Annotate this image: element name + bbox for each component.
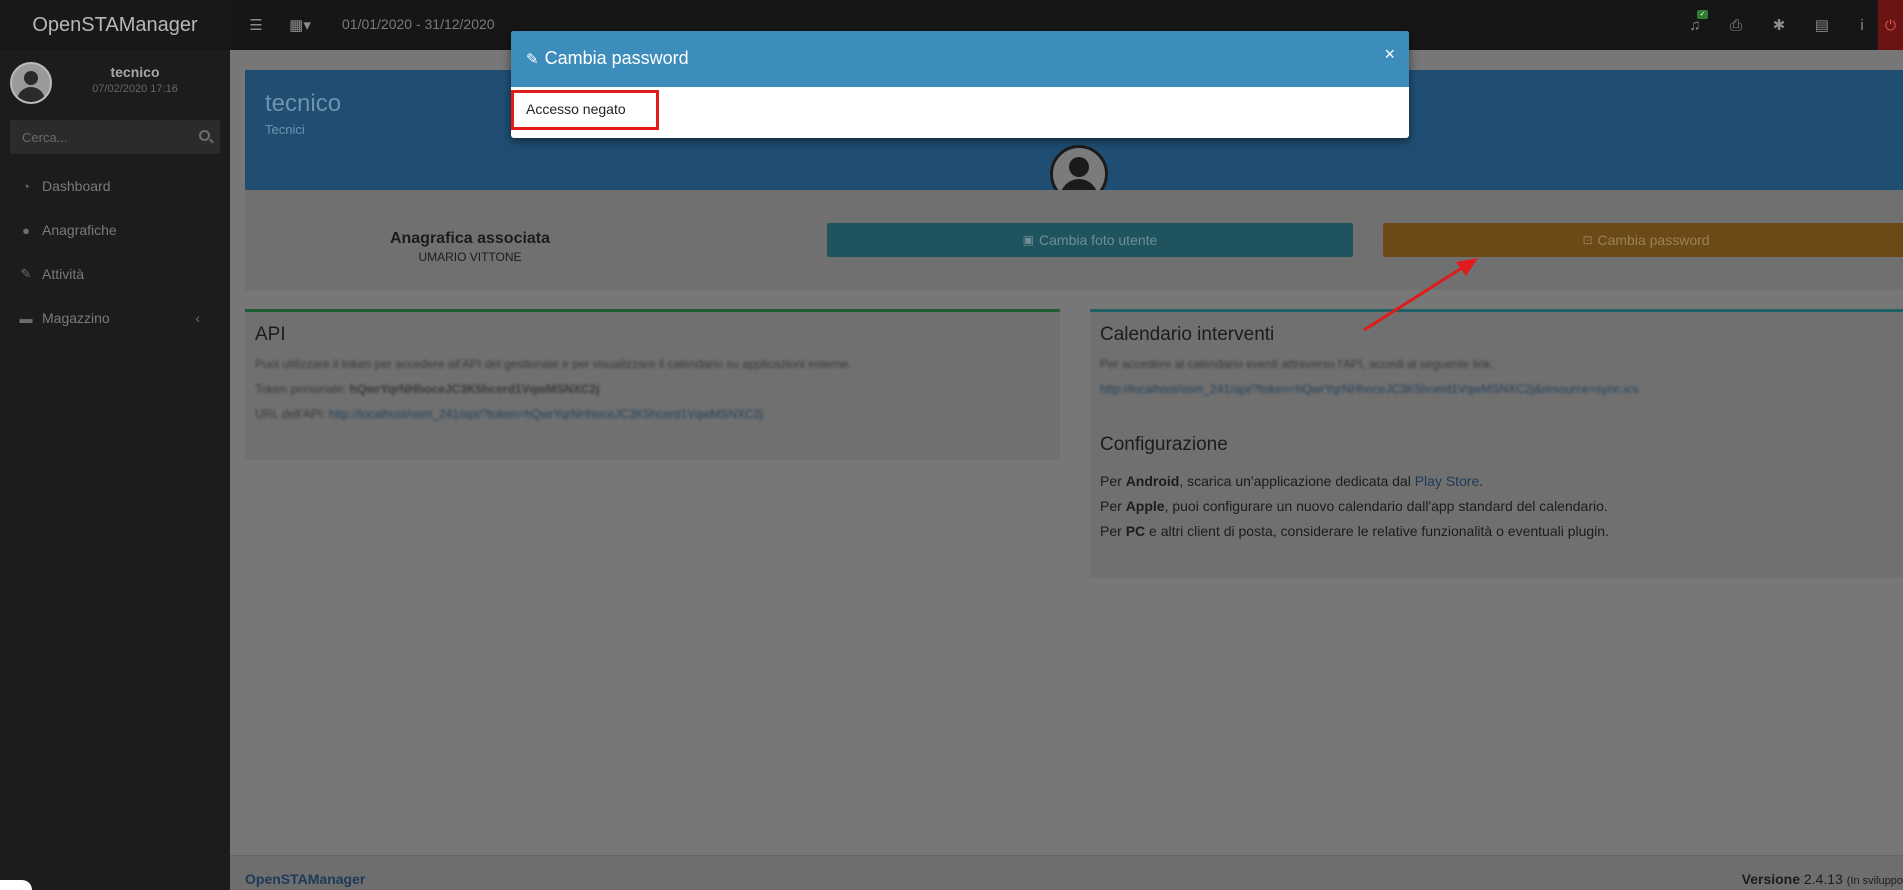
text: e altri client di posta, considerare le … bbox=[1145, 523, 1609, 539]
dashboard-icon: ◔ bbox=[22, 178, 30, 194]
api-url-row: URL dell'API: http://localhost/osm_241/a… bbox=[255, 407, 763, 421]
platform-name: Apple bbox=[1125, 498, 1165, 514]
api-url-label: URL dell'API: bbox=[255, 407, 326, 421]
sidebar-item-label: Magazzino bbox=[42, 310, 110, 326]
sidebar-item-label: Anagrafiche bbox=[42, 222, 117, 238]
footer: OpenSTAManager Versione 2.4.13 (In svilu… bbox=[230, 855, 1903, 890]
change-photo-button[interactable]: ▣ Cambia foto utente bbox=[827, 223, 1353, 257]
sidebar-item-attivita[interactable]: ✎ Attività bbox=[0, 252, 230, 296]
sidebar: OpenSTAManager tecnico 07/02/2020 17:16 … bbox=[0, 0, 230, 890]
notification-badge: ✓ bbox=[1697, 10, 1708, 19]
chevron-left-icon: ‹ bbox=[195, 310, 200, 326]
truck-icon: ▬ bbox=[19, 310, 33, 326]
api-token-label: Token personale: bbox=[255, 382, 347, 396]
calendar-dropdown-icon[interactable]: ▦▾ bbox=[280, 0, 320, 50]
calendar-description: Per accedere al calendario eventi attrav… bbox=[1100, 357, 1494, 371]
change-password-button[interactable]: ⊡ Cambia password bbox=[1383, 223, 1903, 257]
change-password-label: Cambia password bbox=[1597, 232, 1710, 248]
date-range[interactable]: 01/01/2020 - 31/12/2020 bbox=[342, 16, 495, 32]
menu-toggle-icon[interactable]: ☰ bbox=[236, 0, 276, 50]
print-icon[interactable]: ⎙ bbox=[1716, 0, 1756, 50]
pencil-icon: ✎ bbox=[526, 50, 539, 68]
config-pc: Per PC e altri client di posta, consider… bbox=[1100, 523, 1609, 539]
main-content: tecnico Tecnici Anagrafica associata UMA… bbox=[230, 50, 1903, 890]
text: Per bbox=[1100, 523, 1126, 539]
version-label: Versione bbox=[1741, 871, 1801, 887]
footer-brand-link[interactable]: OpenSTAManager bbox=[245, 871, 365, 887]
wrench-icon: ✎ bbox=[20, 266, 32, 281]
calendar-panel-title: Calendario interventi bbox=[1100, 324, 1275, 345]
search-icon[interactable] bbox=[199, 130, 210, 141]
version-note: (In sviluppo bbox=[1846, 875, 1903, 887]
api-panel: API Puoi utilizzare il token per acceder… bbox=[245, 309, 1060, 460]
image-icon: ▣ bbox=[1022, 233, 1035, 247]
unlock-icon: ⊡ bbox=[1582, 233, 1593, 247]
text: . bbox=[1479, 473, 1484, 489]
user-name: tecnico bbox=[110, 64, 160, 80]
modal-header: ✎ Cambia password × bbox=[511, 31, 1409, 87]
logout-icon[interactable]: ⏻ bbox=[1878, 0, 1903, 50]
profile-actions: Anagrafica associata UMARIO VITTONE ▣ Ca… bbox=[245, 190, 1903, 290]
sidebar-menu: ◔ Dashboard ● Anagrafiche ✎ Attività ▬ M… bbox=[0, 164, 230, 340]
calendar-link[interactable]: http://localhost/osm_241/api/?token=hQwr… bbox=[1100, 382, 1639, 396]
platform-name: PC bbox=[1125, 523, 1146, 539]
notifications-icon[interactable]: ♫ ✓ bbox=[1675, 0, 1715, 50]
corner-icon bbox=[0, 880, 32, 890]
sidebar-search-input[interactable] bbox=[10, 120, 220, 154]
change-photo-label: Cambia foto utente bbox=[1039, 232, 1158, 248]
app-logo[interactable]: OpenSTAManager bbox=[0, 0, 230, 50]
config-title: Configurazione bbox=[1100, 434, 1228, 455]
modal-body: Accesso negato bbox=[511, 87, 1409, 138]
api-url-link[interactable]: http://localhost/osm_241/api/?token=hQwr… bbox=[329, 407, 763, 421]
sidebar-search bbox=[10, 120, 220, 154]
annotation-highlight-box bbox=[511, 90, 659, 130]
modal-title-text: Cambia password bbox=[544, 48, 689, 68]
api-token-value: hQwrYqrNHhoceJC3K5hcerd1VqwMSNXC2j bbox=[349, 382, 600, 396]
sidebar-item-anagrafiche[interactable]: ● Anagrafiche bbox=[0, 208, 230, 252]
version-number: 2.4.13 bbox=[1803, 871, 1843, 887]
sidebar-item-label: Dashboard bbox=[42, 178, 111, 194]
text: Per bbox=[1100, 498, 1126, 514]
profile-title: tecnico bbox=[265, 90, 342, 117]
user-panel: tecnico 07/02/2020 17:16 bbox=[0, 50, 230, 116]
sidebar-item-dashboard[interactable]: ◔ Dashboard bbox=[0, 164, 230, 208]
api-panel-title: API bbox=[255, 324, 286, 345]
change-password-modal: ✎ Cambia password × Accesso negato bbox=[511, 31, 1409, 138]
config-apple: Per Apple, puoi configurare un nuovo cal… bbox=[1100, 498, 1608, 514]
profile-group: Tecnici bbox=[265, 122, 305, 137]
sidebar-item-magazzino[interactable]: ▬ Magazzino ‹ bbox=[0, 296, 230, 340]
text: , scarica un'applicazione dedicata dal bbox=[1179, 473, 1415, 489]
bug-icon[interactable]: ✱ bbox=[1759, 0, 1799, 50]
close-icon[interactable]: × bbox=[1384, 45, 1395, 63]
api-description: Puoi utilizzare il token per accedere al… bbox=[255, 357, 852, 371]
assoc-name[interactable]: UMARIO VITTONE bbox=[345, 250, 595, 264]
play-store-link[interactable]: Play Store bbox=[1415, 473, 1480, 489]
platform-name: Android bbox=[1125, 473, 1180, 489]
assoc-title: Anagrafica associata bbox=[389, 230, 551, 247]
calendar-panel: Calendario interventi Per accedere al ca… bbox=[1090, 309, 1903, 578]
sidebar-item-label: Attività bbox=[42, 266, 85, 282]
footer-version: Versione 2.4.13 (In sviluppo bbox=[1742, 871, 1903, 887]
info-icon[interactable]: i bbox=[1845, 0, 1879, 50]
text: Per bbox=[1100, 473, 1126, 489]
book-icon[interactable]: ▤ bbox=[1802, 0, 1842, 50]
users-icon: ● bbox=[22, 222, 30, 238]
modal-title: ✎ Cambia password bbox=[526, 48, 689, 69]
config-android: Per Android, scarica un'applicazione ded… bbox=[1100, 473, 1483, 489]
user-avatar bbox=[10, 62, 52, 104]
text: , puoi configurare un nuovo calendario d… bbox=[1164, 498, 1608, 514]
user-last-login: 07/02/2020 17:16 bbox=[92, 83, 178, 95]
api-token-row: Token personale: hQwrYqrNHhoceJC3K5hcerd… bbox=[255, 382, 600, 396]
